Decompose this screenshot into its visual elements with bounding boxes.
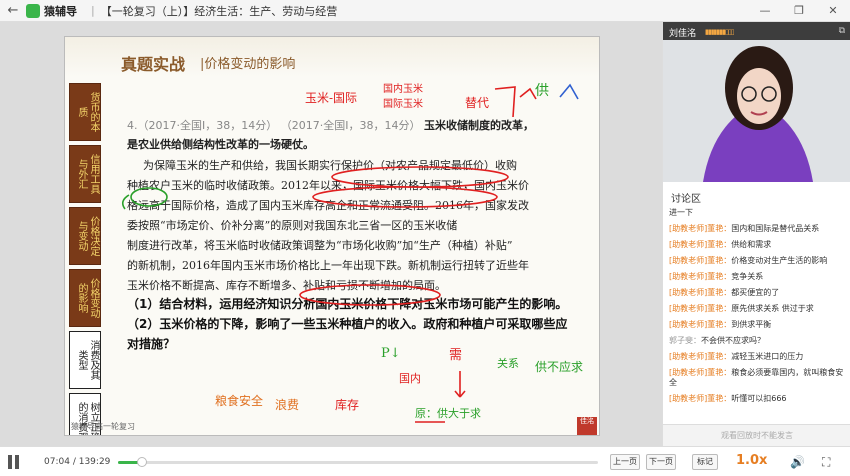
current-time: 07:04 <box>44 457 70 467</box>
material-line: 制度进行改革，将玉米临时收储政策调整为“市场化收购”加“生产（种植）补贴” <box>127 239 513 252</box>
ink-text: 替代 <box>465 96 489 110</box>
chat-input-disabled: 观看回放时不能发言 <box>663 424 850 446</box>
ink-text: 供 <box>535 83 549 99</box>
chat-message: [助教老师]董艳：国内和国际是替代品关系 <box>669 224 820 233</box>
ink-arrow <box>519 87 537 100</box>
chat-section-label: 讨论区 <box>671 194 701 205</box>
window-controls: — ❐ ✕ <box>748 0 850 22</box>
teacher-portrait <box>663 40 850 182</box>
ink-text: 国际玉米 <box>383 97 423 110</box>
bookmark-button[interactable]: 标记 <box>692 454 718 470</box>
material-line: 玉米价格不断提高、库存不断增多、补贴和亏损不断增加的局面。 <box>127 279 446 292</box>
ink-text: 关系 <box>497 356 519 370</box>
ink-text: 需 <box>449 348 462 363</box>
ink-text: 原：供大于求 <box>415 406 481 420</box>
teacher-video: 刘佳洺 ▮▮▮▮▮▮▮▯▯▯ ⧉ <box>663 22 850 182</box>
side-panel: 刘佳洺 ▮▮▮▮▮▮▮▯▯▯ ⧉ 讨论区 进一下 [助教老师]董艳：国内和国际是… <box>662 22 850 446</box>
volume-icon[interactable]: 🔊 <box>790 455 805 469</box>
app-name: 猿辅导 <box>44 4 77 18</box>
fullscreen-icon[interactable]: ⛶ <box>822 455 830 470</box>
topic-nav-item: 信用工具与外汇 <box>69 145 101 203</box>
ink-text: P↓ <box>381 346 401 361</box>
volume-meter-icon: ▮▮▮▮▮▮▮▯▯▯ <box>705 28 735 36</box>
slide-topic-nav: 货币的本质 信用工具与外汇 价格决定与变动 价格变动的影响 消费及其类型 树立正… <box>69 83 103 435</box>
ink-text: 粮食安全 <box>215 393 263 408</box>
lecture-slide: 真题实战 |价格变动的影响 货币的本质 信用工具与外汇 价格决定与变动 价格变动… <box>64 36 600 436</box>
material-line: 种植农户玉米的临时收储政策。2012年以来，国际玉米价格大幅下跌，国内玉米价 <box>127 179 529 192</box>
next-page-button[interactable]: 下一页 <box>646 454 676 470</box>
ink-text: 浪费 <box>275 397 299 412</box>
topic-nav-item-active: 价格变动的影响 <box>69 269 101 327</box>
material-line: 的新机制，2016年国内玉米市场价格比上一年出现下跌。新机制运行扭转了近些年 <box>127 259 529 272</box>
ink-text: 国内玉米 <box>383 82 423 95</box>
chat-message: [助教老师]董艳：都买便宜的了 <box>669 288 780 297</box>
material-line: 格远高于国际价格，造成了国内玉米库存高企和正常流通受阻。2016年，国家发改 <box>127 199 529 212</box>
pause-button[interactable] <box>8 454 22 470</box>
progress-handle[interactable] <box>137 457 148 467</box>
material-line: 为保障玉米的生产和供给，我国长期实行保护价（对农产品规定最低价）收购 <box>143 159 517 172</box>
ink-mark-blue <box>559 83 579 100</box>
course-title: 【一轮复习（上）】经济生活：生产、劳动与经营 <box>100 4 338 18</box>
slide-footer-note: 猿辅导高一轮复习 <box>71 422 135 431</box>
slide-stamp-logo: 佳洺 <box>577 417 597 435</box>
chat-message: [助教老师]董艳：价格变动对生产生活的影响 <box>669 256 828 265</box>
prev-page-button[interactable]: 上一页 <box>610 454 640 470</box>
ink-text: 国内 <box>399 371 421 385</box>
topic-nav-item: 价格决定与变动 <box>69 207 101 265</box>
question-part-2-cont: 对措施？ <box>127 337 176 351</box>
camera-icon[interactable]: ⧉ <box>839 26 845 36</box>
question-lead: 玉米收储制度的改革， <box>423 119 534 132</box>
restore-button[interactable]: ❐ <box>782 0 816 22</box>
close-button[interactable]: ✕ <box>816 0 850 22</box>
chat-message: [助教老师]董艳：听懂可以扣666 <box>669 394 787 403</box>
material-line: 委按照“市场定价、价补分离”的原则对我国东北三省一区的玉米收储 <box>127 219 458 232</box>
ink-text: 库存 <box>335 397 359 412</box>
slide-subtitle: |价格变动的影响 <box>200 57 296 72</box>
title-bar: ← 猿辅导 | 【一轮复习（上）】经济生活：生产、劳动与经营 — ❐ ✕ <box>0 0 850 22</box>
chat-message: [助教老师]董艳：竞争关系 <box>669 272 764 281</box>
topic-nav-item: 货币的本质 <box>69 83 101 141</box>
question-number: 4.（2017·全国Ⅰ，38，14分） <box>127 119 278 132</box>
speed-button[interactable]: 1.0x <box>736 453 767 468</box>
app-window: ← 猿辅导 | 【一轮复习（上）】经济生活：生产、劳动与经营 — ❐ ✕ 真题实… <box>0 0 850 476</box>
minimize-button[interactable]: — <box>748 0 782 22</box>
ink-down-arrow <box>454 371 466 398</box>
ink-text: 玉米-国际 <box>305 91 357 105</box>
ink-text: 供不应求 <box>535 359 583 374</box>
chat-message: [助教老师]董艳：粮食必须要靠国内，就叫粮食安全 <box>669 368 844 387</box>
chat-message: [助教老师]董艳：原先供求关系 供过于求 <box>669 304 814 313</box>
progress-track[interactable] <box>118 457 598 467</box>
playback-controls: 07:04 / 139:29 上一页 下一页 标记 1.0x 🔊 ⛶ <box>0 446 850 476</box>
back-icon[interactable]: ← <box>0 3 26 18</box>
question-part-2: （2）玉米价格的下降，影响了一些玉米种植户的收入。政府和种植户可采取哪些应 <box>127 317 568 331</box>
title-separator: | <box>91 4 95 17</box>
chat-message: [助教老师]董艳：到供求平衡 <box>669 320 772 329</box>
ink-arrow <box>494 86 516 118</box>
chat-message: [助教老师]董艳：供给和需求 <box>669 240 772 249</box>
video-stage[interactable]: 真题实战 |价格变动的影响 货币的本质 信用工具与外汇 价格决定与变动 价格变动… <box>0 22 662 446</box>
chat-message: 郭子斐：不会供不应求吗？ <box>669 336 765 345</box>
app-logo <box>26 3 40 18</box>
time-readout: 07:04 / 139:29 <box>44 457 111 467</box>
chat-list[interactable]: 进一下 [助教老师]董艳：国内和国际是替代品关系 [助教老师]董艳：供给和需求 … <box>663 208 850 426</box>
question-header: 4.（2017·全国Ⅰ，38，14分） （2017·全国Ⅰ，38，14分） 玉米… <box>127 117 534 133</box>
total-time: 139:29 <box>78 457 111 467</box>
chat-message: [助教老师]董艳：减轻玉米进口的压力 <box>669 352 804 361</box>
material-line: 是农业供给侧结构性改革的一场硬仗。 <box>127 138 314 151</box>
teacher-name: 刘佳洺 <box>669 29 697 39</box>
question-part-1: （1）结合材料，运用经济知识分析国内玉米价格下降对玉米市场可能产生的影响。 <box>127 297 568 311</box>
topic-nav-item: 消费及其类型 <box>69 331 101 389</box>
question-number-repeat: （2017·全国Ⅰ，38，14分） <box>280 119 421 132</box>
chat-message: 进一下 <box>669 208 693 217</box>
slide-title: 真题实战 <box>121 55 186 74</box>
